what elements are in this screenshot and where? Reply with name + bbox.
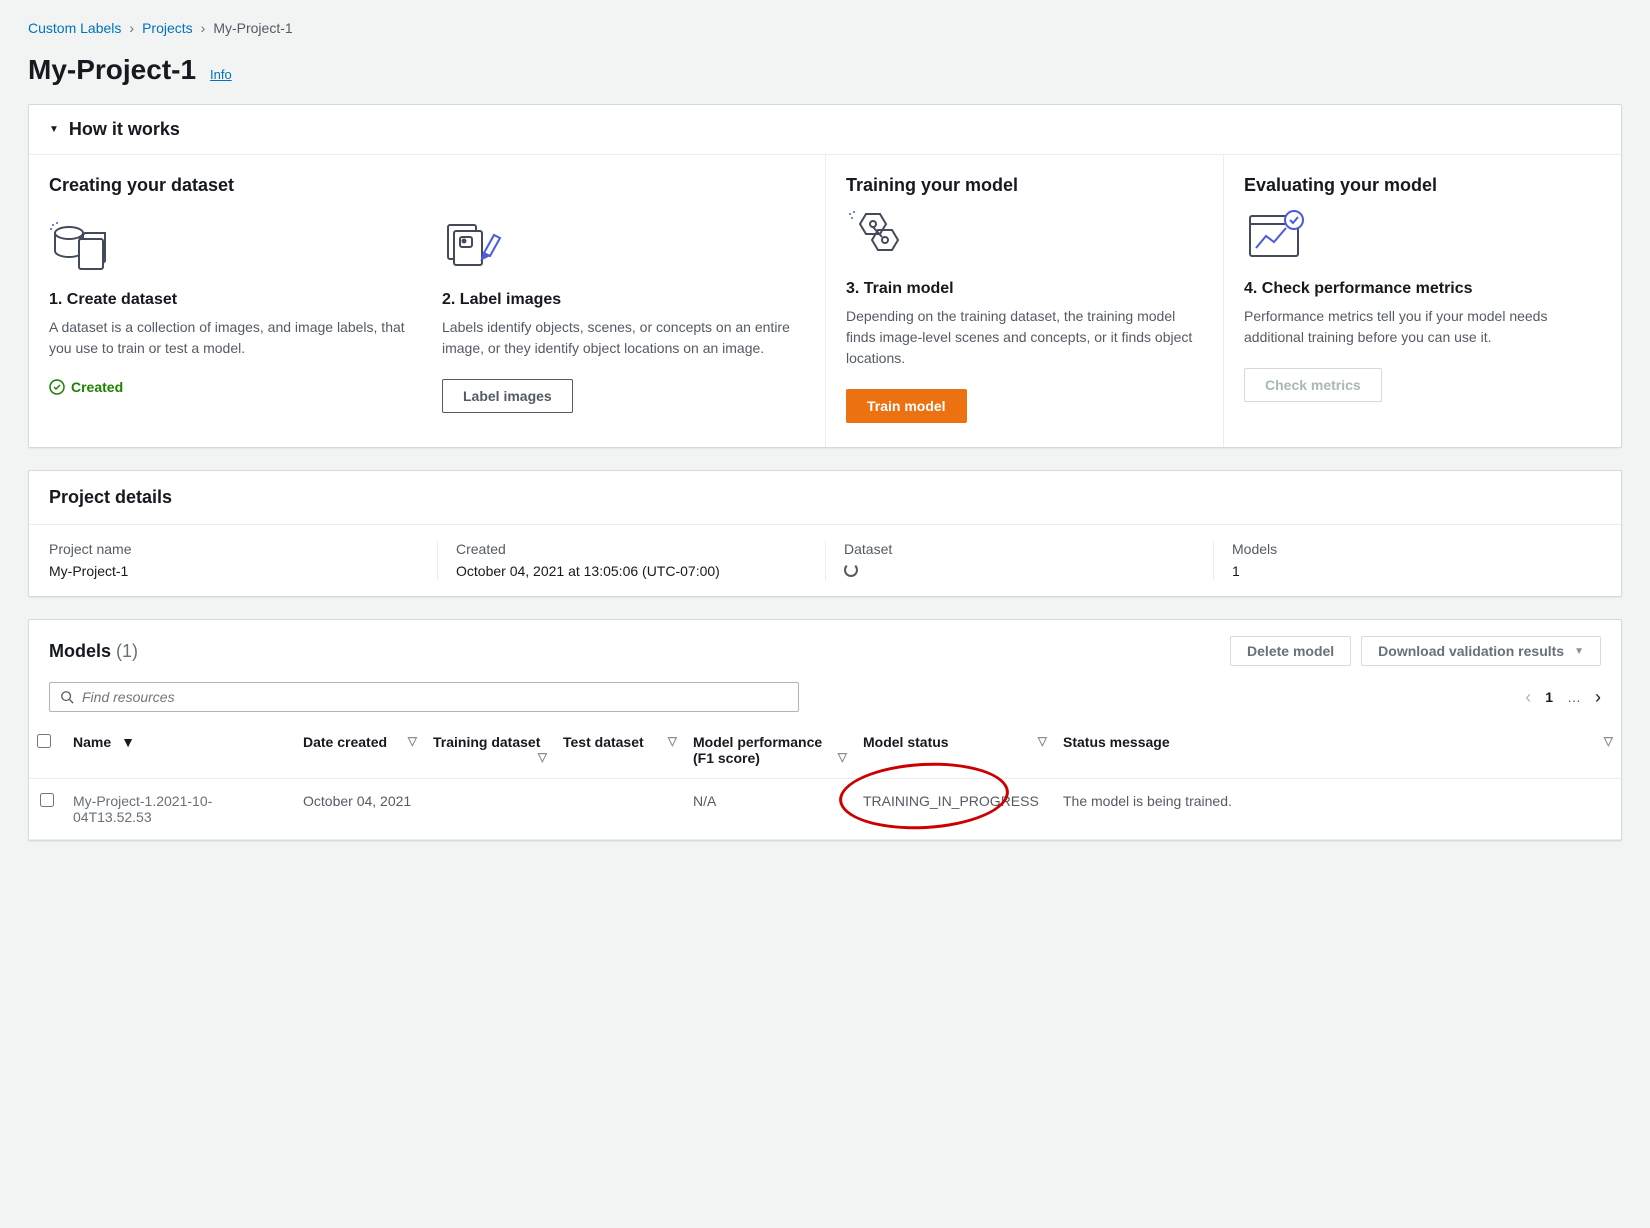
check-circle-icon (49, 379, 65, 395)
label-models: Models (1232, 541, 1589, 557)
col-training-dataset[interactable]: Training dataset▽ (425, 722, 555, 779)
cell-status: TRAINING_IN_PROGRESS (863, 793, 1039, 809)
step-create-desc: A dataset is a collection of images, and… (49, 317, 412, 359)
value-created: October 04, 2021 at 13:05:06 (UTC-07:00) (456, 563, 813, 579)
project-details-header: Project details (29, 471, 1621, 525)
breadcrumb-current: My-Project-1 (213, 20, 292, 36)
col-name[interactable]: Name▼ (65, 722, 295, 779)
model-name-link[interactable]: My-Project-1.2021-10-04T13.52.53 (73, 793, 212, 825)
sort-icon: ▽ (1604, 734, 1613, 748)
chevron-right-icon: › (201, 20, 206, 36)
search-icon (60, 690, 74, 704)
cell-message: The model is being trained. (1055, 779, 1621, 840)
col-performance[interactable]: Model performance (F1 score)▽ (685, 722, 855, 779)
value-dataset-loading (844, 563, 1201, 580)
sort-caret-icon: ▼ (121, 734, 135, 750)
sort-icon: ▽ (668, 734, 677, 748)
search-box[interactable] (49, 682, 799, 712)
step-label-title: 2. Label images (442, 291, 805, 309)
delete-model-button[interactable]: Delete model (1230, 636, 1351, 666)
label-images-icon (442, 219, 805, 277)
check-metrics-button: Check metrics (1244, 368, 1382, 402)
col-status[interactable]: Model status▽ (855, 722, 1055, 779)
page-title: My-Project-1 (28, 54, 196, 86)
caret-down-icon: ▼ (49, 124, 59, 135)
pager-next[interactable]: › (1595, 687, 1601, 708)
train-model-icon (846, 208, 1203, 266)
training-model-heading: Training your model (846, 175, 1203, 196)
step-train-desc: Depending on the training dataset, the t… (846, 306, 1203, 369)
sort-icon: ▽ (408, 734, 417, 748)
step-check-title: 4. Check performance metrics (1244, 280, 1601, 298)
value-models: 1 (1232, 563, 1589, 579)
train-model-button[interactable]: Train model (846, 389, 967, 423)
step-check-desc: Performance metrics tell you if your mod… (1244, 306, 1601, 348)
project-details-panel: Project details Project name My-Project-… (28, 470, 1622, 597)
select-all-checkbox[interactable] (37, 734, 51, 748)
cell-training-dataset (425, 779, 555, 840)
col-message[interactable]: Status message▽ (1055, 722, 1621, 779)
caret-down-icon: ▼ (1574, 646, 1584, 657)
check-metrics-icon (1244, 208, 1601, 266)
breadcrumb-root[interactable]: Custom Labels (28, 20, 121, 36)
label-created: Created (456, 541, 813, 557)
step-label-desc: Labels identify objects, scenes, or conc… (442, 317, 805, 359)
how-it-works-panel: ▼ How it works Creating your dataset 1. … (28, 104, 1622, 448)
models-panel: Models (1) Delete model Download validat… (28, 619, 1622, 841)
how-it-works-toggle[interactable]: ▼ How it works (29, 105, 1621, 155)
pager-page: 1 (1545, 689, 1553, 705)
pager-ellipsis: … (1567, 689, 1581, 705)
breadcrumb: Custom Labels › Projects › My-Project-1 (28, 20, 1622, 36)
table-row: My-Project-1.2021-10-04T13.52.53 October… (29, 779, 1621, 840)
dataset-icon (49, 219, 412, 277)
evaluating-model-heading: Evaluating your model (1244, 175, 1601, 196)
sort-icon: ▽ (1038, 734, 1047, 748)
models-count: (1) (116, 641, 138, 661)
creating-dataset-heading: Creating your dataset (49, 175, 805, 196)
pager: ‹ 1 … › (1525, 687, 1601, 708)
created-status: Created (49, 379, 412, 395)
col-date[interactable]: Date created▽ (295, 722, 425, 779)
sort-icon: ▽ (838, 750, 847, 764)
value-project-name: My-Project-1 (49, 563, 425, 579)
pager-prev[interactable]: ‹ (1525, 687, 1531, 708)
chevron-right-icon: › (129, 20, 134, 36)
models-table: Name▼ Date created▽ Training dataset▽ Te… (29, 722, 1621, 840)
how-it-works-title: How it works (69, 119, 180, 140)
spinner-icon (844, 563, 858, 577)
label-images-button[interactable]: Label images (442, 379, 573, 413)
download-validation-button[interactable]: Download validation results ▼ (1361, 636, 1601, 666)
cell-date: October 04, 2021 (295, 779, 425, 840)
cell-test-dataset (555, 779, 685, 840)
search-input[interactable] (82, 689, 788, 705)
models-title: Models (49, 641, 111, 661)
label-project-name: Project name (49, 541, 425, 557)
step-create-title: 1. Create dataset (49, 291, 412, 309)
label-dataset: Dataset (844, 541, 1201, 557)
cell-performance: N/A (685, 779, 855, 840)
info-link[interactable]: Info (210, 67, 232, 82)
row-checkbox[interactable] (40, 793, 54, 807)
step-train-title: 3. Train model (846, 280, 1203, 298)
sort-icon: ▽ (538, 750, 547, 764)
breadcrumb-projects[interactable]: Projects (142, 20, 193, 36)
col-test-dataset[interactable]: Test dataset▽ (555, 722, 685, 779)
